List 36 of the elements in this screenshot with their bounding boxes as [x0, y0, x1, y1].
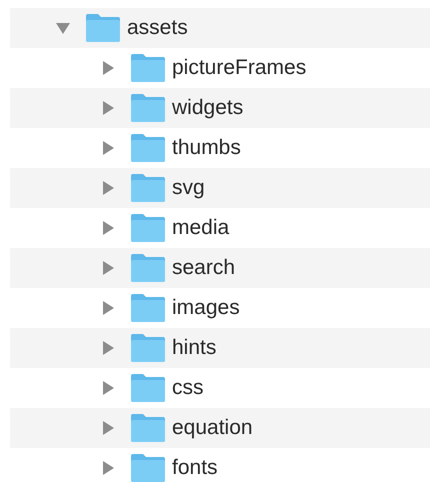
expand-triangle-icon[interactable]	[100, 420, 116, 436]
expand-triangle-icon[interactable]	[100, 380, 116, 396]
folder-name[interactable]: widgets	[172, 92, 244, 124]
folder-name[interactable]: css	[172, 372, 204, 404]
folder-icon	[85, 13, 121, 43]
expand-triangle-icon[interactable]	[100, 260, 116, 276]
folder-icon	[130, 133, 166, 163]
folder-icon	[130, 213, 166, 243]
folder-icon	[130, 453, 166, 482]
folder-name[interactable]: pictureFrames	[172, 52, 306, 84]
folder-name[interactable]: search	[172, 252, 236, 284]
expand-triangle-icon[interactable]	[100, 460, 116, 476]
folder-icon	[130, 173, 166, 203]
folder-name[interactable]: images	[172, 292, 240, 324]
folder-icon	[130, 93, 166, 123]
folder-icon	[130, 373, 166, 403]
folder-name[interactable]: media	[172, 212, 230, 244]
folder-icon	[130, 253, 166, 283]
expand-triangle-icon[interactable]	[100, 180, 116, 196]
expand-triangle-icon[interactable]	[100, 220, 116, 236]
expand-triangle-icon[interactable]	[100, 300, 116, 316]
expand-triangle-icon[interactable]	[100, 340, 116, 356]
folder-name[interactable]: assets	[127, 12, 188, 44]
collapse-triangle-icon[interactable]	[55, 20, 71, 36]
folder-name[interactable]: equation	[172, 412, 253, 444]
folder-icon	[130, 413, 166, 443]
expand-triangle-icon[interactable]	[100, 140, 116, 156]
folder-icon	[130, 53, 166, 83]
folder-name[interactable]: svg	[172, 172, 205, 204]
folder-name[interactable]: hints	[172, 332, 216, 364]
folder-icon	[130, 333, 166, 363]
folder-name[interactable]: thumbs	[172, 132, 241, 164]
expand-triangle-icon[interactable]	[100, 100, 116, 116]
expand-triangle-icon[interactable]	[100, 60, 116, 76]
folder-name[interactable]: fonts	[172, 452, 218, 482]
folder-icon	[130, 293, 166, 323]
